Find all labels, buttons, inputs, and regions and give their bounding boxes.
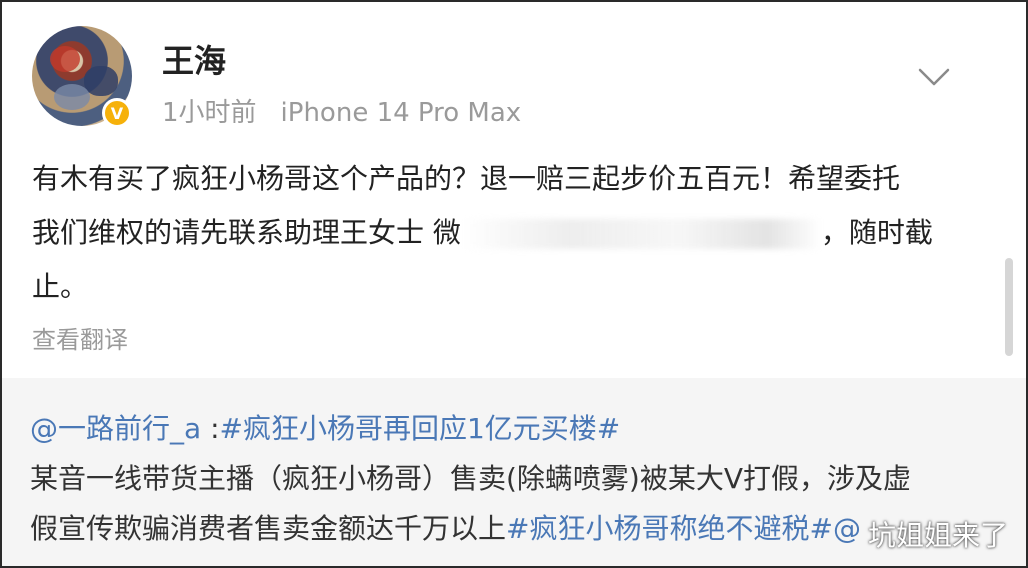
post-content-text: ，随时截 — [820, 216, 933, 249]
post-time: 1小时前 — [162, 98, 257, 128]
post-content: 有木有买了疯狂小杨哥这个产品的？退一赔三起步价五百元！希望委托 我们维权的请先联… — [32, 152, 972, 314]
post-content-text: 我们维权的请先联系助理王女士 微 — [32, 216, 461, 249]
repost-body-text: 假宣传欺骗消费者售卖金额达千万以上 — [30, 512, 507, 545]
hashtag-link[interactable]: #疯狂小杨哥再回应1亿元买楼# — [220, 412, 621, 445]
post-meta: 1小时前 iPhone 14 Pro Max — [162, 92, 521, 129]
post-device: iPhone 14 Pro Max — [280, 98, 522, 128]
avatar-detail — [84, 66, 118, 96]
redacted-contact — [460, 219, 821, 249]
repost-author-link[interactable]: @一路前行_a — [30, 412, 201, 445]
repost-text: @一路前行_a :#疯狂小杨哥再回应1亿元买楼# 某音一线带货主播（疯狂小杨哥）… — [30, 404, 1000, 554]
post-content-line: 止。 — [32, 270, 89, 303]
scrollbar[interactable] — [1005, 258, 1013, 356]
hashtag-link[interactable]: #疯狂小杨哥称绝不避税# — [506, 512, 833, 545]
repost-colon: : — [201, 412, 220, 445]
weibo-post: V 王海 1小时前 iPhone 14 Pro Max 有木有买了疯狂小杨哥这个产… — [2, 2, 1026, 378]
avatar-detail — [54, 84, 90, 110]
post-content-line: 有木有买了疯狂小杨哥这个产品的？退一赔三起步价五百元！希望委托 — [32, 162, 901, 195]
translate-link[interactable]: 查看翻译 — [32, 320, 128, 355]
username[interactable]: 王海 — [162, 36, 226, 82]
verified-badge-icon: V — [102, 98, 132, 128]
watermark: 坑姐姐来了 — [868, 519, 1009, 552]
mention-link[interactable]: @ — [833, 512, 861, 545]
chevron-down-icon[interactable] — [916, 60, 952, 96]
repost-line: @一路前行_a :#疯狂小杨哥再回应1亿元买楼# — [30, 404, 1000, 454]
repost-line: 某音一线带货主播（疯狂小杨哥）售卖(除螨喷雾)被某大V打假，涉及虚 — [30, 462, 912, 495]
post-content-line: 我们维权的请先联系助理王女士 微 ，随时截 — [32, 206, 972, 260]
avatar-detail — [50, 46, 80, 72]
repost-line: 假宣传欺骗消费者售卖金额达千万以上#疯狂小杨哥称绝不避税#@ — [30, 504, 1000, 554]
